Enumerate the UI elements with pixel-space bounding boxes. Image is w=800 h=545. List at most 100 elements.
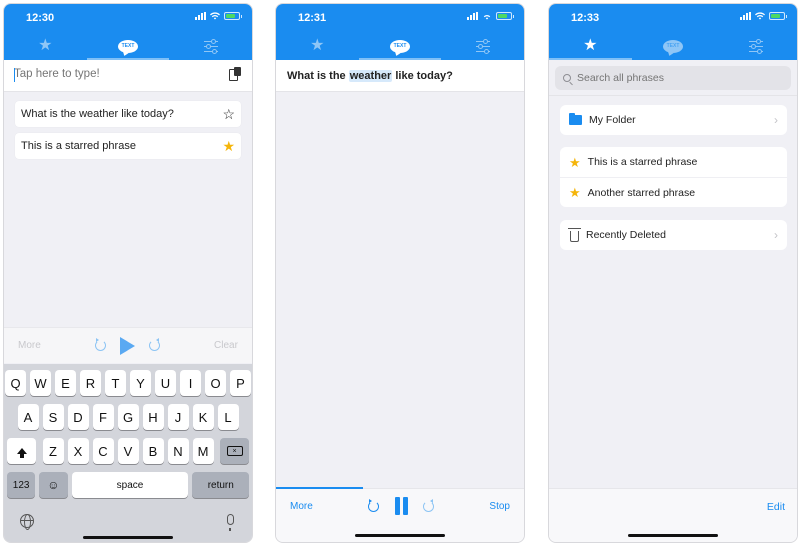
signal-icon xyxy=(467,12,478,20)
speech-bubble-icon: TEXT xyxy=(663,39,683,53)
keyboard-row-4: 123 ☺ space return xyxy=(4,472,252,498)
edit-button[interactable]: Edit xyxy=(767,501,785,513)
sliders-icon xyxy=(475,39,490,54)
tab-settings[interactable] xyxy=(441,32,524,60)
signal-icon xyxy=(195,12,206,20)
wifi-icon xyxy=(210,12,220,20)
tab-text[interactable]: TEXT xyxy=(632,32,715,60)
more-button[interactable]: More xyxy=(290,501,313,512)
home-indicator xyxy=(83,536,173,539)
key[interactable]: W xyxy=(30,370,51,396)
key[interactable]: B xyxy=(142,438,164,464)
key[interactable]: V xyxy=(117,438,139,464)
key[interactable]: C xyxy=(92,438,114,464)
key[interactable]: M xyxy=(192,438,214,464)
tab-favorites[interactable]: ★ xyxy=(276,32,359,60)
type-input[interactable] xyxy=(14,68,214,80)
key[interactable]: H xyxy=(142,404,164,430)
key[interactable]: Q xyxy=(5,370,26,396)
key[interactable]: A xyxy=(17,404,39,430)
star-icon: ★ xyxy=(38,37,53,54)
rewind-icon[interactable] xyxy=(368,498,380,512)
starred-phrase-text: This is a starred phrase xyxy=(587,156,698,168)
key[interactable]: Y xyxy=(130,370,151,396)
forward-icon[interactable] xyxy=(148,340,160,351)
key[interactable]: E xyxy=(55,370,76,396)
tab-settings[interactable] xyxy=(169,32,252,60)
playback-controls: More Clear xyxy=(4,327,252,363)
chevron-right-icon: › xyxy=(774,228,778,242)
stop-button[interactable]: Stop xyxy=(489,501,510,512)
starred-phrase-row[interactable]: ★ Another starred phrase xyxy=(560,177,787,207)
phrase-item[interactable]: This is a starred phrase ★ xyxy=(15,133,241,159)
bottom-toolbar: Edit xyxy=(549,488,797,542)
keyboard-row-2: A S D F G H J K L xyxy=(4,404,252,430)
keyboard-row-3-letters: Z X C V B N M xyxy=(42,438,214,464)
tab-favorites[interactable]: ★ xyxy=(549,32,632,60)
shift-key[interactable] xyxy=(7,438,36,464)
starred-phrase-row[interactable]: ★ This is a starred phrase xyxy=(560,147,787,177)
clipboard-icon[interactable] xyxy=(229,67,241,81)
search-input[interactable] xyxy=(577,72,767,84)
battery-icon xyxy=(224,12,242,20)
keyboard-row-1: Q W E R T Y U I O P xyxy=(4,370,252,396)
key[interactable]: O xyxy=(205,370,226,396)
tab-text[interactable]: TEXT xyxy=(358,32,442,60)
key[interactable]: T xyxy=(105,370,126,396)
key[interactable]: N xyxy=(167,438,189,464)
play-button[interactable] xyxy=(119,336,135,355)
key[interactable]: D xyxy=(67,404,89,430)
status-time: 12:31 xyxy=(298,12,327,24)
key[interactable]: I xyxy=(180,370,201,396)
status-time: 12:33 xyxy=(571,12,600,24)
header: 12:31 ★ TEXT xyxy=(276,4,524,60)
key[interactable]: K xyxy=(192,404,214,430)
key[interactable]: P xyxy=(230,370,251,396)
trash-icon xyxy=(568,227,581,242)
key[interactable]: U xyxy=(155,370,176,396)
speech-bubble-icon: TEXT xyxy=(118,39,138,53)
pause-button[interactable] xyxy=(394,497,408,515)
signal-icon xyxy=(740,12,751,20)
key[interactable]: Z xyxy=(42,438,64,464)
phone-screen-type: 12:30 ★ TEXT What is the weather like to… xyxy=(3,3,253,543)
search-field[interactable] xyxy=(555,66,791,90)
recently-deleted-row[interactable]: Recently Deleted › xyxy=(560,220,787,250)
wifi-icon xyxy=(483,14,491,20)
key[interactable]: R xyxy=(80,370,101,396)
key[interactable]: L xyxy=(217,404,239,430)
folder-row[interactable]: My Folder › xyxy=(560,105,787,135)
header: 12:33 ★ TEXT xyxy=(549,4,797,60)
key[interactable]: X xyxy=(67,438,89,464)
numbers-key[interactable]: 123 xyxy=(7,472,36,498)
spoken-text-before: What is the xyxy=(287,69,349,82)
tab-settings[interactable] xyxy=(714,32,797,60)
microphone-icon[interactable] xyxy=(227,514,234,531)
search-bar xyxy=(549,60,797,96)
forward-icon[interactable] xyxy=(423,500,435,512)
return-key[interactable]: return xyxy=(192,472,250,498)
key[interactable]: F xyxy=(92,404,114,430)
space-key[interactable]: space xyxy=(71,472,189,498)
star-outline-icon[interactable]: ☆ xyxy=(222,107,235,121)
key[interactable]: J xyxy=(167,404,189,430)
clear-button[interactable]: Clear xyxy=(214,340,238,351)
tab-favorites[interactable]: ★ xyxy=(4,32,87,60)
playback-controls: More Stop xyxy=(276,489,524,523)
speech-bubble-icon: TEXT xyxy=(390,39,410,53)
tab-text[interactable]: TEXT xyxy=(86,32,170,60)
rewind-icon[interactable] xyxy=(94,338,106,351)
shift-icon xyxy=(16,448,27,458)
chevron-right-icon: › xyxy=(774,113,778,127)
phone-screen-favorites: 12:33 ★ TEXT My Folder › ★ This is a sta… xyxy=(548,3,798,543)
globe-icon[interactable] xyxy=(20,514,34,530)
emoji-icon: ☺ xyxy=(47,478,60,492)
more-button[interactable]: More xyxy=(18,340,41,351)
backspace-key[interactable]: × xyxy=(220,438,249,464)
phrase-item[interactable]: What is the weather like today? ☆ xyxy=(15,101,241,127)
star-filled-icon[interactable]: ★ xyxy=(222,139,235,153)
emoji-key[interactable]: ☺ xyxy=(39,472,68,498)
key[interactable]: S xyxy=(42,404,64,430)
recently-deleted-label: Recently Deleted xyxy=(586,229,666,241)
key[interactable]: G xyxy=(117,404,139,430)
